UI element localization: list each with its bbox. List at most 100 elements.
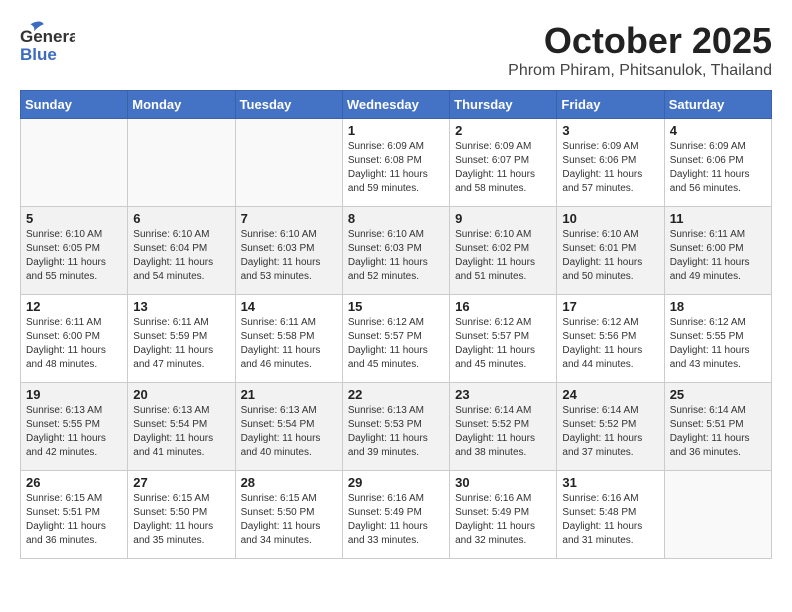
- day-number: 6: [133, 211, 229, 226]
- weekday-header-sunday: Sunday: [21, 91, 128, 119]
- day-number: 7: [241, 211, 337, 226]
- day-number: 14: [241, 299, 337, 314]
- cell-info: Sunrise: 6:12 AM Sunset: 5:55 PM Dayligh…: [670, 316, 766, 372]
- calendar-cell: [664, 471, 771, 559]
- cell-info: Sunrise: 6:16 AM Sunset: 5:49 PM Dayligh…: [348, 492, 444, 548]
- calendar-cell: 6 Sunrise: 6:10 AM Sunset: 6:04 PM Daylig…: [128, 207, 235, 295]
- cell-info: Sunrise: 6:10 AM Sunset: 6:04 PM Dayligh…: [133, 228, 229, 284]
- title-area: October 2025 Phrom Phiram, Phitsanulok, …: [508, 20, 772, 80]
- cell-info: Sunrise: 6:09 AM Sunset: 6:08 PM Dayligh…: [348, 140, 444, 196]
- day-number: 22: [348, 387, 444, 402]
- day-number: 5: [26, 211, 122, 226]
- calendar-cell: 24 Sunrise: 6:14 AM Sunset: 5:52 PM Dayli…: [557, 383, 664, 471]
- cell-info: Sunrise: 6:13 AM Sunset: 5:54 PM Dayligh…: [133, 404, 229, 460]
- calendar-cell: 1 Sunrise: 6:09 AM Sunset: 6:08 PM Daylig…: [342, 119, 449, 207]
- day-number: 18: [670, 299, 766, 314]
- day-number: 29: [348, 475, 444, 490]
- calendar-cell: 15Sunrise: 6:12 AM Sunset: 5:57 PM Dayli…: [342, 295, 449, 383]
- page-header: General Blue October 2025 Phrom Phiram, …: [20, 20, 772, 80]
- day-number: 3: [562, 123, 658, 138]
- cell-info: Sunrise: 6:11 AM Sunset: 5:58 PM Dayligh…: [241, 316, 337, 372]
- calendar-cell: 29 Sunrise: 6:16 AM Sunset: 5:49 PM Dayli…: [342, 471, 449, 559]
- calendar-cell: 12 Sunrise: 6:11 AM Sunset: 6:00 PM Dayli…: [21, 295, 128, 383]
- day-number: 16: [455, 299, 551, 314]
- day-number: 11: [670, 211, 766, 226]
- calendar-cell: 18 Sunrise: 6:12 AM Sunset: 5:55 PM Dayli…: [664, 295, 771, 383]
- cell-info: Sunrise: 6:11 AM Sunset: 6:00 PM Dayligh…: [670, 228, 766, 284]
- cell-info: Sunrise: 6:13 AM Sunset: 5:55 PM Dayligh…: [26, 404, 122, 460]
- cell-info: Sunrise: 6:10 AM Sunset: 6:03 PM Dayligh…: [241, 228, 337, 284]
- calendar-cell: 13 Sunrise: 6:11 AM Sunset: 5:59 PM Dayli…: [128, 295, 235, 383]
- general-blue-icon: General Blue: [20, 20, 75, 75]
- day-number: 9: [455, 211, 551, 226]
- cell-info: Sunrise: 6:14 AM Sunset: 5:51 PM Dayligh…: [670, 404, 766, 460]
- calendar-cell: 3 Sunrise: 6:09 AM Sunset: 6:06 PM Daylig…: [557, 119, 664, 207]
- calendar-cell: 26Sunrise: 6:15 AM Sunset: 5:51 PM Dayli…: [21, 471, 128, 559]
- cell-info: Sunrise: 6:10 AM Sunset: 6:05 PM Dayligh…: [26, 228, 122, 284]
- calendar-cell: 8 Sunrise: 6:10 AM Sunset: 6:03 PM Daylig…: [342, 207, 449, 295]
- calendar-cell: 21Sunrise: 6:13 AM Sunset: 5:54 PM Dayli…: [235, 383, 342, 471]
- day-number: 13: [133, 299, 229, 314]
- cell-info: Sunrise: 6:10 AM Sunset: 6:02 PM Dayligh…: [455, 228, 551, 284]
- day-number: 26: [26, 475, 122, 490]
- calendar-cell: 14 Sunrise: 6:11 AM Sunset: 5:58 PM Dayli…: [235, 295, 342, 383]
- calendar-cell: 10Sunrise: 6:10 AM Sunset: 6:01 PM Dayli…: [557, 207, 664, 295]
- calendar-cell: [128, 119, 235, 207]
- calendar-cell: 2Sunrise: 6:09 AM Sunset: 6:07 PM Daylig…: [450, 119, 557, 207]
- svg-text:Blue: Blue: [20, 45, 57, 64]
- day-number: 2: [455, 123, 551, 138]
- cell-info: Sunrise: 6:14 AM Sunset: 5:52 PM Dayligh…: [455, 404, 551, 460]
- cell-info: Sunrise: 6:09 AM Sunset: 6:06 PM Dayligh…: [670, 140, 766, 196]
- calendar-cell: 23 Sunrise: 6:14 AM Sunset: 5:52 PM Dayli…: [450, 383, 557, 471]
- calendar-cell: 5 Sunrise: 6:10 AM Sunset: 6:05 PM Daylig…: [21, 207, 128, 295]
- day-number: 1: [348, 123, 444, 138]
- day-number: 23: [455, 387, 551, 402]
- location-title: Phrom Phiram, Phitsanulok, Thailand: [508, 62, 772, 80]
- day-number: 15: [348, 299, 444, 314]
- weekday-header-tuesday: Tuesday: [235, 91, 342, 119]
- calendar-cell: 27 Sunrise: 6:15 AM Sunset: 5:50 PM Dayli…: [128, 471, 235, 559]
- cell-info: Sunrise: 6:15 AM Sunset: 5:50 PM Dayligh…: [241, 492, 337, 548]
- day-number: 12: [26, 299, 122, 314]
- calendar-cell: 17 Sunrise: 6:12 AM Sunset: 5:56 PM Dayli…: [557, 295, 664, 383]
- day-number: 4: [670, 123, 766, 138]
- day-number: 8: [348, 211, 444, 226]
- cell-info: Sunrise: 6:11 AM Sunset: 5:59 PM Dayligh…: [133, 316, 229, 372]
- day-number: 20: [133, 387, 229, 402]
- calendar-cell: 16 Sunrise: 6:12 AM Sunset: 5:57 PM Dayli…: [450, 295, 557, 383]
- calendar-cell: 9 Sunrise: 6:10 AM Sunset: 6:02 PM Daylig…: [450, 207, 557, 295]
- calendar-cell: 20 Sunrise: 6:13 AM Sunset: 5:54 PM Dayli…: [128, 383, 235, 471]
- svg-text:General: General: [20, 27, 75, 46]
- logo: General Blue: [20, 20, 79, 75]
- calendar-cell: 28 Sunrise: 6:15 AM Sunset: 5:50 PM Dayli…: [235, 471, 342, 559]
- calendar-cell: 30Sunrise: 6:16 AM Sunset: 5:49 PM Dayli…: [450, 471, 557, 559]
- month-title: October 2025: [508, 20, 772, 62]
- day-number: 17: [562, 299, 658, 314]
- day-number: 24: [562, 387, 658, 402]
- cell-info: Sunrise: 6:11 AM Sunset: 6:00 PM Dayligh…: [26, 316, 122, 372]
- cell-info: Sunrise: 6:09 AM Sunset: 6:06 PM Dayligh…: [562, 140, 658, 196]
- cell-info: Sunrise: 6:14 AM Sunset: 5:52 PM Dayligh…: [562, 404, 658, 460]
- day-number: 27: [133, 475, 229, 490]
- calendar-cell: 25 Sunrise: 6:14 AM Sunset: 5:51 PM Dayli…: [664, 383, 771, 471]
- cell-info: Sunrise: 6:12 AM Sunset: 5:57 PM Dayligh…: [455, 316, 551, 372]
- weekday-header-wednesday: Wednesday: [342, 91, 449, 119]
- calendar-cell: 19Sunrise: 6:13 AM Sunset: 5:55 PM Dayli…: [21, 383, 128, 471]
- cell-info: Sunrise: 6:12 AM Sunset: 5:56 PM Dayligh…: [562, 316, 658, 372]
- calendar-cell: 4 Sunrise: 6:09 AM Sunset: 6:06 PM Daylig…: [664, 119, 771, 207]
- day-number: 28: [241, 475, 337, 490]
- cell-info: Sunrise: 6:15 AM Sunset: 5:50 PM Dayligh…: [133, 492, 229, 548]
- cell-info: Sunrise: 6:13 AM Sunset: 5:54 PM Dayligh…: [241, 404, 337, 460]
- calendar-cell: 31Sunrise: 6:16 AM Sunset: 5:48 PM Dayli…: [557, 471, 664, 559]
- cell-info: Sunrise: 6:10 AM Sunset: 6:03 PM Dayligh…: [348, 228, 444, 284]
- calendar-cell: 11 Sunrise: 6:11 AM Sunset: 6:00 PM Dayli…: [664, 207, 771, 295]
- weekday-header-saturday: Saturday: [664, 91, 771, 119]
- calendar-cell: [21, 119, 128, 207]
- cell-info: Sunrise: 6:10 AM Sunset: 6:01 PM Dayligh…: [562, 228, 658, 284]
- day-number: 30: [455, 475, 551, 490]
- calendar-cell: 7 Sunrise: 6:10 AM Sunset: 6:03 PM Daylig…: [235, 207, 342, 295]
- day-number: 25: [670, 387, 766, 402]
- weekday-header-thursday: Thursday: [450, 91, 557, 119]
- weekday-header-monday: Monday: [128, 91, 235, 119]
- weekday-header-friday: Friday: [557, 91, 664, 119]
